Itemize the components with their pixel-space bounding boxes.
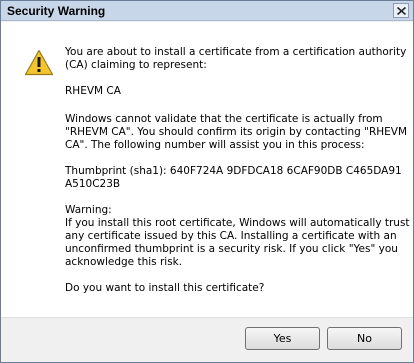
ca-name: RHEVM CA	[65, 85, 395, 98]
text-line: Windows cannot validate that the certifi…	[65, 113, 383, 125]
dialog-content: You are about to install a certificate f…	[1, 22, 413, 317]
text-line: A510C23B	[65, 178, 121, 190]
intro-text: You are about to install a certificate f…	[65, 46, 407, 72]
text-line: (CA) claiming to represent:	[65, 59, 207, 71]
button-bar: Yes No	[1, 317, 413, 362]
title-bar[interactable]: Security Warning	[1, 1, 413, 21]
risk-warning-text: Warning: If you install this root certif…	[65, 204, 410, 269]
warning-icon	[24, 49, 54, 76]
text-line: You are about to install a certificate f…	[65, 46, 407, 58]
text-line: acknowledge this risk.	[65, 256, 183, 268]
thumbprint-text: Thumbprint (sha1): 640F724A 9DFDCA18 6CA…	[65, 165, 402, 191]
text-line: Warning:	[65, 204, 112, 216]
security-warning-dialog: Security Warning You are about to instal…	[0, 0, 414, 363]
no-button[interactable]: No	[327, 327, 402, 350]
text-line: "RHEVM CA". You should confirm its origi…	[65, 126, 408, 138]
text-line: Thumbprint (sha1): 640F724A 9DFDCA18 6CA…	[65, 165, 402, 177]
close-icon	[397, 7, 406, 15]
text-line: CA". The following number will assist yo…	[65, 139, 365, 151]
dialog-title: Security Warning	[7, 4, 106, 18]
install-question: Do you want to install this certificate?	[65, 282, 395, 295]
yes-button[interactable]: Yes	[245, 327, 320, 350]
close-button[interactable]	[393, 3, 409, 18]
validation-text: Windows cannot validate that the certifi…	[65, 113, 408, 152]
text-line: any certificate issued by this CA. Insta…	[65, 230, 397, 242]
text-line: If you install this root certificate, Wi…	[65, 217, 410, 229]
text-line: RHEVM CA	[65, 85, 121, 97]
text-line: unconfirmed thumbprint is a security ris…	[65, 243, 398, 255]
text-line: Do you want to install this certificate?	[65, 282, 265, 294]
